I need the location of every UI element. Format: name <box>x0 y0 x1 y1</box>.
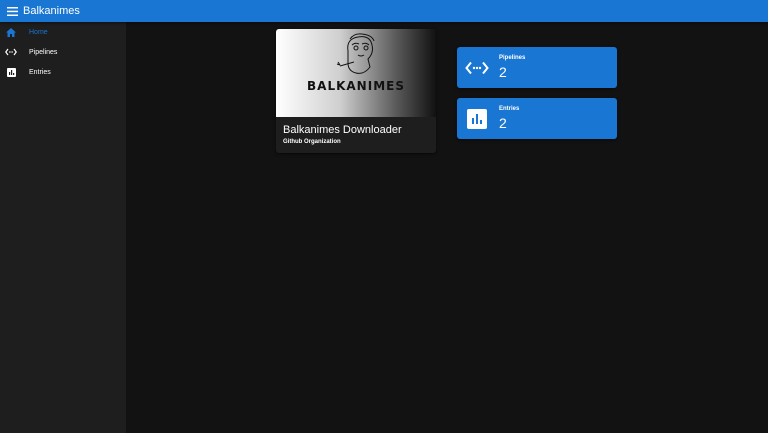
project-image-text: BALKANIMES <box>307 79 405 93</box>
sidebar: Home Pipelines Entries <box>0 22 126 433</box>
project-card[interactable]: BALKANIMES Balkanimes Downloader Github … <box>276 29 436 153</box>
app-bar: Balkanimes <box>0 0 768 22</box>
code-icon <box>465 56 489 80</box>
sidebar-item-home[interactable]: Home <box>0 22 126 42</box>
stat-label: Entries <box>499 106 520 112</box>
project-image: BALKANIMES <box>276 29 436 117</box>
stat-label: Pipelines <box>499 55 526 61</box>
bar-chart-icon <box>465 107 489 131</box>
project-title: Balkanimes Downloader <box>283 124 402 136</box>
sidebar-item-entries[interactable]: Entries <box>0 62 126 82</box>
stat-value: 2 <box>499 115 507 131</box>
stat-value: 2 <box>499 64 507 80</box>
bar-chart-icon <box>5 66 17 78</box>
menu-button[interactable] <box>1 0 23 22</box>
sidebar-item-label: Home <box>29 28 48 36</box>
home-icon <box>5 26 17 38</box>
sidebar-item-pipelines[interactable]: Pipelines <box>0 42 126 62</box>
main-content <box>126 22 768 433</box>
sidebar-item-label: Pipelines <box>29 48 58 56</box>
entries-stat-card[interactable]: Entries 2 <box>457 98 617 139</box>
sidebar-item-label: Entries <box>29 68 51 76</box>
menu-icon <box>6 6 18 16</box>
pipelines-stat-card[interactable]: Pipelines 2 <box>457 47 617 88</box>
portrait-illustration <box>336 33 375 74</box>
app-title: Balkanimes <box>23 5 80 17</box>
code-icon <box>5 46 17 58</box>
project-subtitle: Github Organization <box>283 139 341 145</box>
